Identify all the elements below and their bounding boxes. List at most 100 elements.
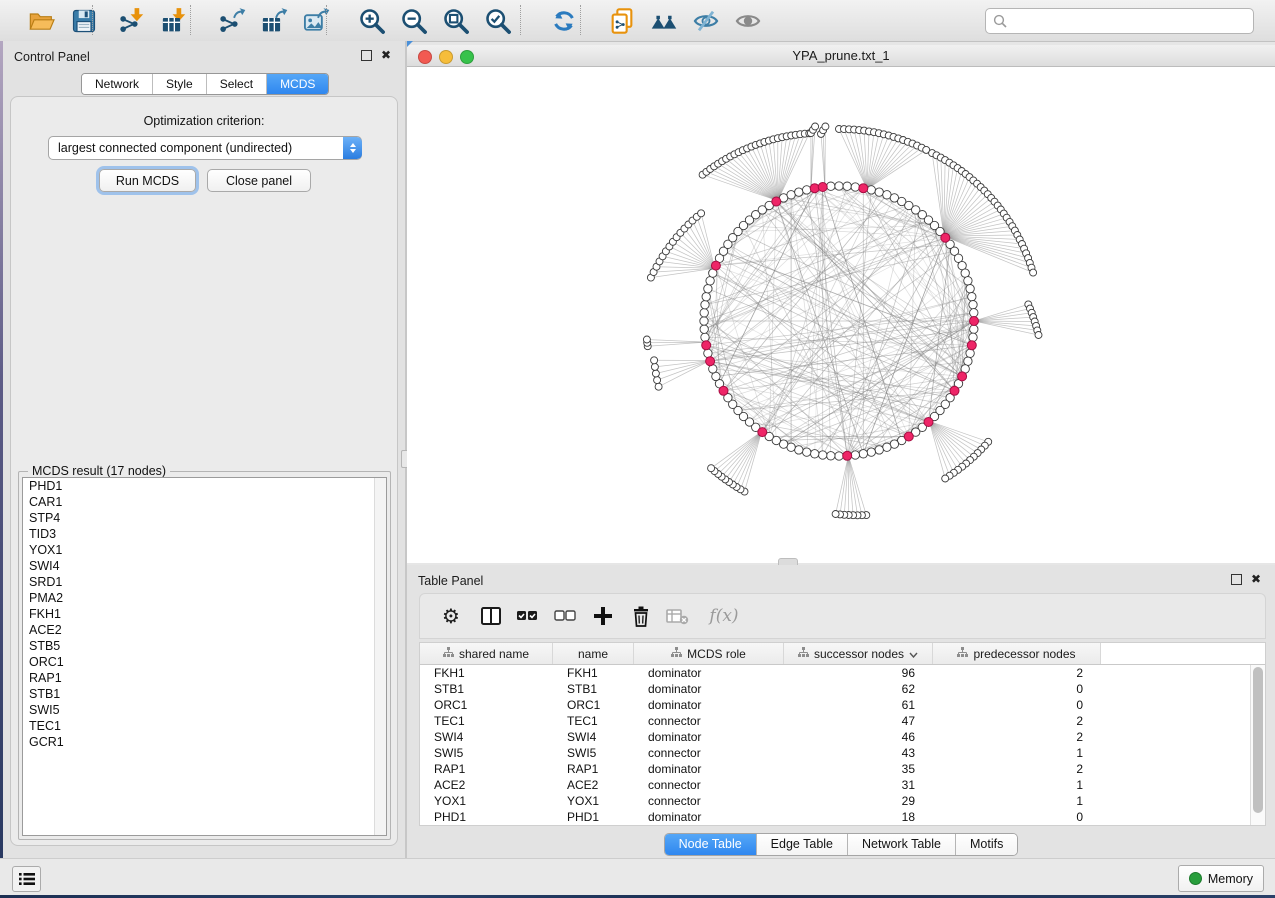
tab-network[interactable]: Network xyxy=(82,74,153,94)
table-row[interactable]: PHD1PHD1dominator180 xyxy=(420,809,1265,825)
float-window-icon[interactable] xyxy=(361,50,372,61)
tab-network-table[interactable]: Network Table xyxy=(848,834,956,855)
cell-predecessor-nodes[interactable]: 2 xyxy=(933,713,1101,729)
cell-name[interactable]: SWI4 xyxy=(553,729,634,745)
cell-MCDS-role[interactable]: dominator xyxy=(634,681,784,697)
network-canvas[interactable] xyxy=(407,66,1275,563)
deselect-all-columns-icon[interactable] xyxy=(552,603,578,629)
cell-shared-name[interactable]: YOX1 xyxy=(420,793,553,809)
close-panel-icon[interactable]: ✖ xyxy=(381,51,391,60)
cell-predecessor-nodes[interactable]: 1 xyxy=(933,777,1101,793)
table-row[interactable]: SWI5SWI5connector431 xyxy=(420,745,1265,761)
mcds-result-item[interactable]: PHD1 xyxy=(23,478,386,494)
cell-shared-name[interactable]: ACE2 xyxy=(420,777,553,793)
cell-successor-nodes[interactable]: 29 xyxy=(784,793,933,809)
zoom-out-icon[interactable] xyxy=(400,7,428,35)
mcds-result-list[interactable]: PHD1CAR1STP4TID3YOX1SWI4SRD1PMA2FKH1ACE2… xyxy=(22,477,387,836)
zoom-fit-icon[interactable] xyxy=(442,7,470,35)
hide-eye-icon[interactable] xyxy=(692,7,720,35)
cell-predecessor-nodes[interactable]: 0 xyxy=(933,681,1101,697)
mcds-result-item[interactable]: YOX1 xyxy=(23,542,386,558)
cell-shared-name[interactable]: SWI5 xyxy=(420,745,553,761)
mcds-result-item[interactable]: GCR1 xyxy=(23,734,386,750)
delete-column-icon[interactable] xyxy=(628,603,654,629)
tab-mcds[interactable]: MCDS xyxy=(267,74,328,94)
mcds-result-item[interactable]: PMA2 xyxy=(23,590,386,606)
cell-MCDS-role[interactable]: dominator xyxy=(634,665,784,681)
cell-predecessor-nodes[interactable]: 2 xyxy=(933,665,1101,681)
cell-shared-name[interactable]: SWI4 xyxy=(420,729,553,745)
cell-shared-name[interactable]: RAP1 xyxy=(420,761,553,777)
cell-name[interactable]: SWI5 xyxy=(553,745,634,761)
cell-MCDS-role[interactable]: dominator xyxy=(634,697,784,713)
mcds-result-item[interactable]: SWI5 xyxy=(23,702,386,718)
binoculars-icon[interactable] xyxy=(650,7,678,35)
select-all-columns-icon[interactable] xyxy=(514,603,540,629)
cell-predecessor-nodes[interactable]: 2 xyxy=(933,761,1101,777)
mcds-result-item[interactable]: ACE2 xyxy=(23,622,386,638)
import-table-icon[interactable] xyxy=(160,7,188,35)
export-network-icon[interactable] xyxy=(218,7,246,35)
zoom-in-icon[interactable] xyxy=(358,7,386,35)
mcds-result-item[interactable]: SRD1 xyxy=(23,574,386,590)
open-folder-icon[interactable] xyxy=(28,7,56,35)
cell-MCDS-role[interactable]: connector xyxy=(634,777,784,793)
cell-name[interactable]: ACE2 xyxy=(553,777,634,793)
cell-name[interactable]: PHD1 xyxy=(553,809,634,825)
cell-successor-nodes[interactable]: 43 xyxy=(784,745,933,761)
column-header-name[interactable]: name xyxy=(553,643,634,664)
cell-shared-name[interactable]: ORC1 xyxy=(420,697,553,713)
cell-MCDS-role[interactable]: connector xyxy=(634,713,784,729)
mcds-result-item[interactable]: RAP1 xyxy=(23,670,386,686)
cell-predecessor-nodes[interactable]: 0 xyxy=(933,809,1101,825)
cell-shared-name[interactable]: PHD1 xyxy=(420,809,553,825)
mcds-result-item[interactable]: FKH1 xyxy=(23,606,386,622)
function-builder-icon[interactable]: f(x) xyxy=(704,603,744,629)
table-row[interactable]: ORC1ORC1dominator610 xyxy=(420,697,1265,713)
mcds-result-item[interactable]: TID3 xyxy=(23,526,386,542)
column-header-predecessor-nodes[interactable]: predecessor nodes xyxy=(933,643,1101,664)
column-header-successor-nodes[interactable]: successor nodes xyxy=(784,643,933,664)
cell-name[interactable]: RAP1 xyxy=(553,761,634,777)
cell-name[interactable]: TEC1 xyxy=(553,713,634,729)
cell-successor-nodes[interactable]: 61 xyxy=(784,697,933,713)
cell-name[interactable]: FKH1 xyxy=(553,665,634,681)
cell-predecessor-nodes[interactable]: 1 xyxy=(933,793,1101,809)
network-graph[interactable] xyxy=(407,66,1275,563)
table-row[interactable]: FKH1FKH1dominator962 xyxy=(420,665,1265,681)
cell-MCDS-role[interactable]: connector xyxy=(634,745,784,761)
cell-successor-nodes[interactable]: 18 xyxy=(784,809,933,825)
mcds-result-item[interactable]: ORC1 xyxy=(23,654,386,670)
column-header-shared-name[interactable]: shared name xyxy=(420,643,553,664)
cell-MCDS-role[interactable]: dominator xyxy=(634,761,784,777)
close-panel-icon[interactable]: ✖ xyxy=(1251,575,1261,584)
cell-successor-nodes[interactable]: 31 xyxy=(784,777,933,793)
cell-successor-nodes[interactable]: 35 xyxy=(784,761,933,777)
tab-style[interactable]: Style xyxy=(153,74,207,94)
import-network-icon[interactable] xyxy=(118,7,146,35)
mcds-result-item[interactable]: STB5 xyxy=(23,638,386,654)
save-icon[interactable] xyxy=(70,7,98,35)
cell-shared-name[interactable]: TEC1 xyxy=(420,713,553,729)
cell-name[interactable]: STB1 xyxy=(553,681,634,697)
delete-table-icon[interactable] xyxy=(664,603,690,629)
cell-successor-nodes[interactable]: 62 xyxy=(784,681,933,697)
optimization-criterion-select[interactable]: largest connected component (undirected) xyxy=(48,136,362,160)
cell-MCDS-role[interactable]: connector xyxy=(634,793,784,809)
memory-button[interactable]: Memory xyxy=(1178,865,1264,892)
cell-MCDS-role[interactable]: dominator xyxy=(634,809,784,825)
close-panel-button[interactable]: Close panel xyxy=(207,169,311,192)
network-window-titlebar[interactable]: YPA_prune.txt_1 xyxy=(407,45,1275,67)
scrollbar-thumb[interactable] xyxy=(1253,667,1263,813)
cell-successor-nodes[interactable]: 46 xyxy=(784,729,933,745)
export-table-icon[interactable] xyxy=(260,7,288,35)
mcds-result-item[interactable]: SWI4 xyxy=(23,558,386,574)
cell-predecessor-nodes[interactable]: 1 xyxy=(933,745,1101,761)
table-row[interactable]: ACE2ACE2connector311 xyxy=(420,777,1265,793)
tab-node-table[interactable]: Node Table xyxy=(665,834,757,855)
mcds-result-item[interactable]: STP4 xyxy=(23,510,386,526)
table-row[interactable]: YOX1YOX1connector291 xyxy=(420,793,1265,809)
copy-document-icon[interactable] xyxy=(608,7,636,35)
tab-motifs[interactable]: Motifs xyxy=(956,834,1017,855)
cell-name[interactable]: YOX1 xyxy=(553,793,634,809)
